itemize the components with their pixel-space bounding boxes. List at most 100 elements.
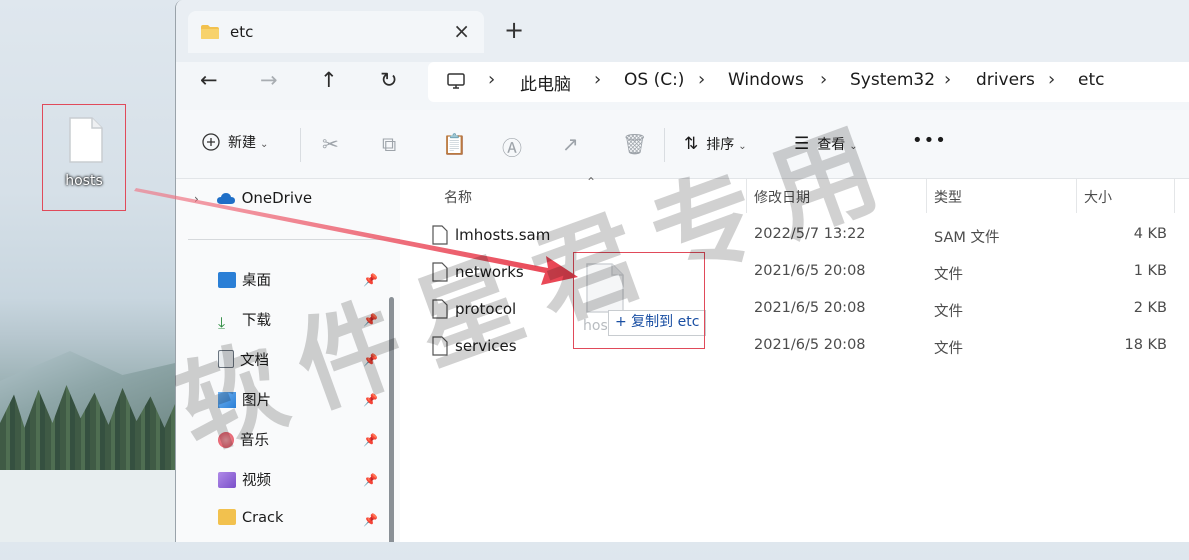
pin-icon[interactable]: 📌 (363, 353, 378, 367)
breadcrumb-os-c[interactable]: OS (C:) (624, 70, 684, 90)
rename-icon[interactable]: Ⓐ (502, 132, 522, 161)
back-button[interactable]: ← (200, 68, 218, 92)
sort-button-label: 排序 (706, 137, 735, 153)
up-button[interactable]: ↑ (320, 68, 338, 92)
chevron-right-icon: › (194, 192, 199, 206)
forward-button[interactable]: → (260, 68, 278, 92)
desktop-hosts-file[interactable]: hosts (42, 104, 126, 211)
table-row[interactable]: lmhosts.sam 2022/5/7 13:22 SAM 文件 4 KB (402, 219, 1189, 255)
tab-etc[interactable]: etc × (188, 11, 484, 53)
folder-icon (201, 25, 219, 39)
file-modified: 2021/6/5 20:08 (754, 300, 866, 316)
breadcrumb-separator[interactable]: › (1048, 69, 1055, 90)
desktop-wallpaper-snow (0, 470, 175, 542)
sidebar-item-onedrive[interactable]: › OneDrive (194, 189, 312, 207)
plus-circle-icon (202, 133, 220, 151)
sidebar-item-desktop[interactable]: 桌面 (218, 269, 271, 290)
file-icon (432, 336, 448, 356)
column-divider[interactable] (926, 179, 927, 213)
computer-icon (447, 73, 465, 89)
breadcrumb-this-pc[interactable]: 此电脑 (520, 70, 571, 95)
pin-icon[interactable]: 📌 (363, 273, 378, 287)
breadcrumb-system32[interactable]: System32 (850, 70, 935, 90)
breadcrumb-separator[interactable]: › (488, 69, 495, 90)
pin-icon[interactable]: 📌 (363, 473, 378, 487)
sidebar-label: 桌面 (242, 273, 271, 289)
sidebar-label: Crack (242, 510, 284, 526)
tab-bar: etc × + (176, 0, 1189, 62)
file-size: 18 KB (1124, 337, 1167, 353)
picture-icon (218, 392, 236, 408)
breadcrumb-windows[interactable]: Windows (728, 70, 804, 90)
pin-icon[interactable]: 📌 (363, 433, 378, 447)
sidebar-item-documents[interactable]: 文档 (218, 349, 269, 370)
file-icon (432, 299, 448, 319)
column-divider[interactable] (746, 179, 747, 213)
copy-icon[interactable]: ⧉ (382, 132, 396, 156)
breadcrumb-separator[interactable]: › (820, 69, 827, 90)
breadcrumb-separator[interactable]: › (944, 69, 951, 90)
sidebar-item-downloads[interactable]: ⤓ 下载 (218, 309, 271, 331)
pin-icon[interactable]: 📌 (363, 513, 378, 527)
table-row[interactable]: protocol 2021/6/5 20:08 文件 2 KB (402, 293, 1189, 329)
desktop-icon (218, 272, 236, 288)
table-row[interactable]: networks 2021/6/5 20:08 文件 1 KB (402, 256, 1189, 292)
file-icon (432, 225, 448, 245)
sidebar-label: 视频 (242, 473, 271, 489)
column-divider[interactable] (1076, 179, 1077, 213)
navigation-pane: › OneDrive 桌面 📌 ⤓ 下载 📌 文档 📌 图片 📌 音乐 📌 视频 … (176, 179, 400, 542)
refresh-button[interactable]: ↻ (380, 68, 398, 92)
breadcrumb-separator[interactable]: › (698, 69, 705, 90)
file-modified: 2021/6/5 20:08 (754, 263, 866, 279)
column-header-size[interactable]: 大小 (1084, 187, 1112, 207)
sidebar-divider (188, 239, 400, 240)
sidebar-label: 图片 (242, 393, 271, 409)
sort-ascending-icon: ⌃ (586, 175, 597, 189)
sort-icon: ⇅ (684, 134, 699, 154)
sidebar-item-crack[interactable]: Crack (218, 509, 283, 526)
folder-icon (218, 509, 236, 525)
column-header-modified[interactable]: 修改日期 (754, 187, 810, 207)
pin-icon[interactable]: 📌 (363, 393, 378, 407)
view-button[interactable]: ☰ 查看 ⌄ (794, 134, 858, 154)
download-icon: ⤓ (218, 313, 226, 332)
file-modified: 2022/5/7 13:22 (754, 226, 866, 242)
column-header-type[interactable]: 类型 (934, 187, 962, 207)
breadcrumb-drivers[interactable]: drivers (976, 70, 1035, 90)
desktop-icon-label: hosts (65, 173, 103, 189)
table-row[interactable]: services 2021/6/5 20:08 文件 18 KB (402, 330, 1189, 366)
file-name: services (455, 337, 517, 355)
cut-icon[interactable]: ✂ (322, 132, 339, 156)
close-tab-icon[interactable]: × (453, 19, 470, 43)
new-button[interactable]: 新建 ⌄ (202, 132, 268, 152)
file-size: 2 KB (1133, 300, 1167, 316)
breadcrumb-etc[interactable]: etc (1078, 70, 1104, 90)
sidebar-item-pictures[interactable]: 图片 (218, 389, 271, 410)
chevron-down-icon: ⌄ (260, 139, 269, 150)
column-divider[interactable] (1174, 179, 1175, 213)
pin-icon[interactable]: 📌 (363, 313, 378, 327)
cloud-icon (216, 193, 235, 204)
tab-title: etc (230, 23, 254, 41)
sidebar-scrollbar[interactable] (389, 297, 394, 542)
more-options-button[interactable]: ••• (912, 130, 947, 151)
chevron-down-icon: ⌄ (849, 141, 858, 152)
view-button-label: 查看 (817, 137, 846, 153)
sort-button[interactable]: ⇅ 排序 ⌄ (684, 134, 747, 154)
paste-icon[interactable]: 📋 (442, 132, 467, 156)
video-icon (218, 472, 236, 488)
new-tab-button[interactable]: + (504, 16, 524, 44)
file-type: 文件 (934, 267, 963, 283)
sidebar-label: 文档 (240, 353, 269, 369)
file-type: 文件 (934, 341, 963, 357)
delete-icon[interactable]: 🗑 (622, 132, 647, 156)
sidebar-item-videos[interactable]: 视频 (218, 469, 271, 490)
share-icon[interactable]: ↗ (562, 132, 579, 156)
breadcrumb-separator[interactable]: › (594, 69, 601, 90)
sidebar-item-music[interactable]: 音乐 (218, 429, 269, 450)
sidebar-label: 下载 (242, 313, 271, 329)
file-type: 文件 (934, 304, 963, 320)
navigation-bar: ← → ↑ ↻ › 此电脑 › OS (C:) › Windows › Syst… (176, 62, 1189, 110)
address-bar[interactable]: › 此电脑 › OS (C:) › Windows › System32 › d… (428, 62, 1189, 102)
column-header-name[interactable]: 名称 (444, 187, 472, 207)
